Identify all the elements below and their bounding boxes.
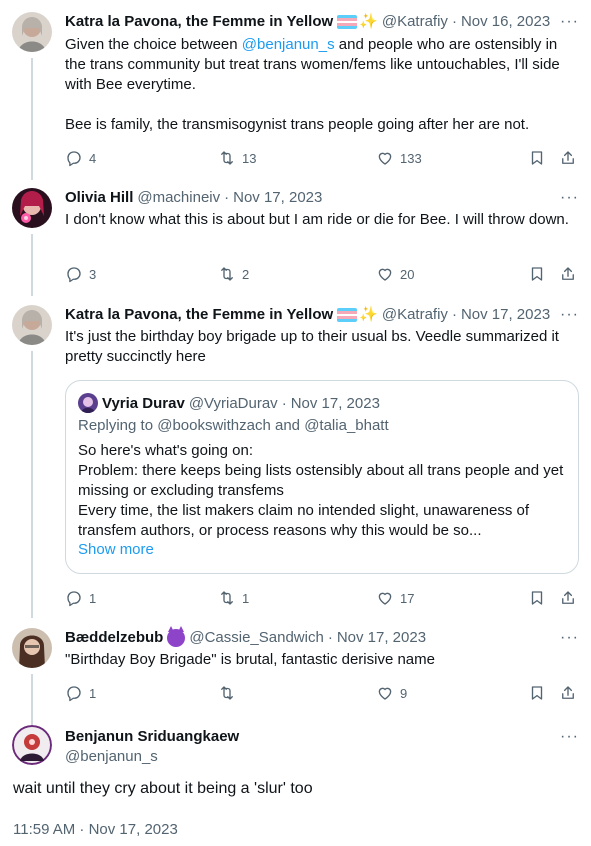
- avatar[interactable]: [12, 725, 52, 765]
- tweet-timestamp[interactable]: 11:59 AM · Nov 17, 2023: [13, 821, 178, 838]
- main-tweet: Benjanun Sriduangkaew @benjanun_s ··· wa…: [0, 0, 591, 846]
- user-handle[interactable]: @benjanun_s: [65, 747, 239, 767]
- display-name[interactable]: Benjanun Sriduangkaew: [65, 727, 239, 747]
- more-icon[interactable]: ···: [560, 727, 579, 747]
- main-tweet-text: wait until they cry about it being a 'sl…: [13, 780, 313, 797]
